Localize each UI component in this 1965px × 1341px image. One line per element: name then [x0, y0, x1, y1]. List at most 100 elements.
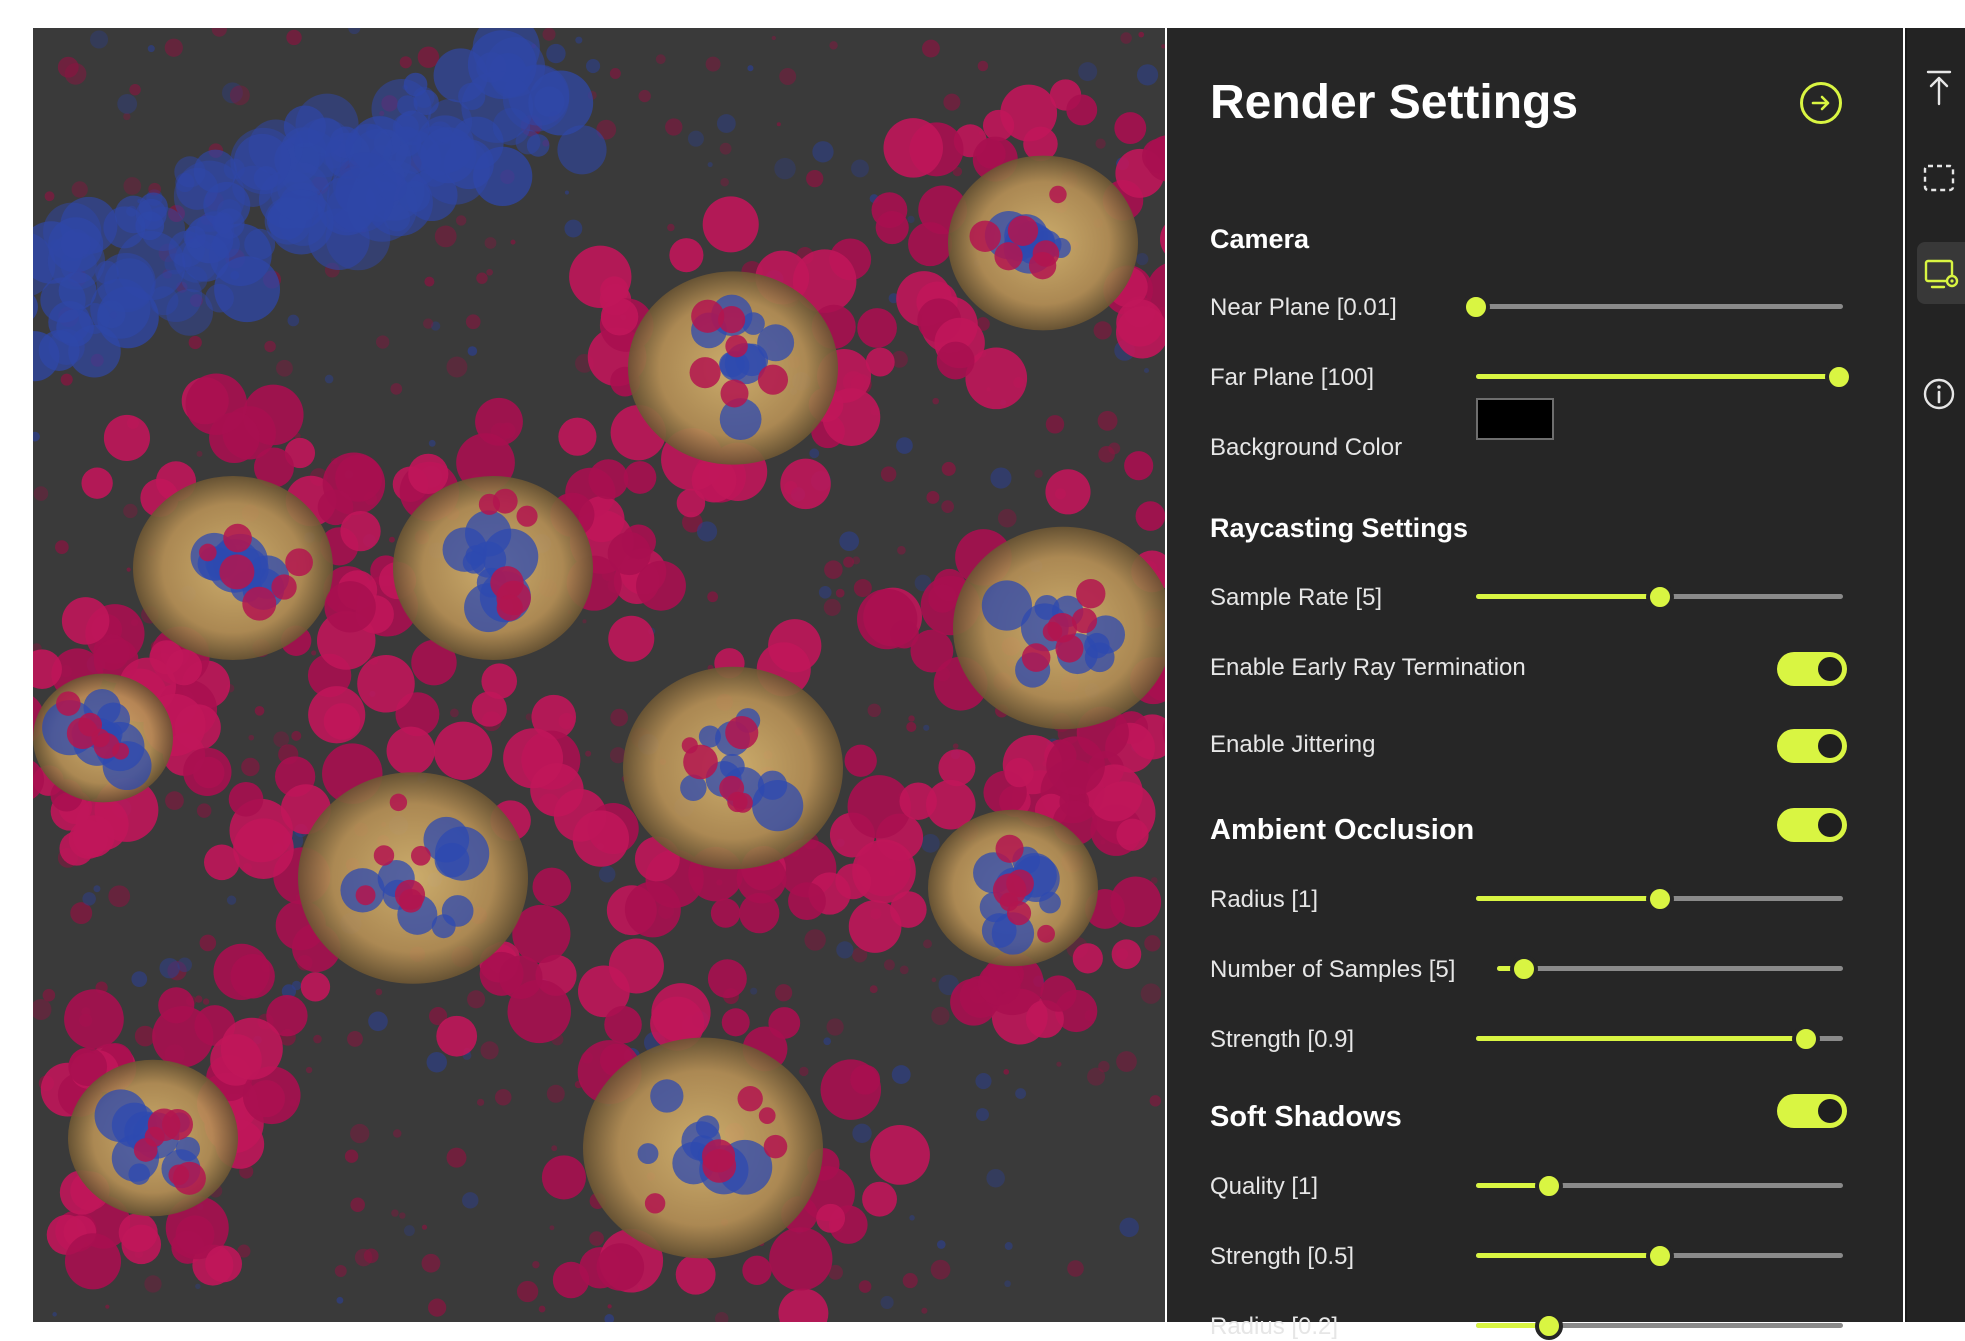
volume-render-canvas[interactable] [33, 28, 1165, 1322]
volume-particle [480, 1041, 498, 1059]
ss-radius-slider[interactable] [1476, 1311, 1843, 1341]
volume-particle [286, 30, 301, 45]
volume-particle [928, 584, 957, 613]
near-plane-slider[interactable] [1476, 292, 1843, 322]
volume-particle [758, 365, 788, 395]
background-color-label: Background Color [1210, 434, 1402, 462]
volume-particle [390, 794, 407, 811]
volume-particle [479, 494, 500, 515]
volume-particle [608, 616, 654, 662]
slider-thumb[interactable] [1825, 363, 1853, 391]
volume-particle [108, 885, 130, 907]
volume-particle [350, 1124, 369, 1143]
slider-thumb[interactable] [1535, 1172, 1563, 1200]
slider-thumb[interactable] [1535, 1312, 1563, 1340]
panel-title: Render Settings [1210, 75, 1578, 130]
ao-radius-slider[interactable] [1476, 884, 1843, 914]
volume-particle [976, 1108, 989, 1121]
volume-particle [291, 731, 301, 741]
volume-particle [983, 110, 1014, 141]
volume-particle [823, 1037, 831, 1045]
slider-thumb[interactable] [1646, 1242, 1674, 1270]
upload-button[interactable] [1919, 68, 1959, 108]
volume-particle [486, 269, 493, 276]
ss-quality-label: Quality [1] [1210, 1173, 1318, 1201]
volume-particle [780, 459, 830, 509]
volume-particle [809, 448, 819, 458]
volume-particle [434, 722, 492, 780]
volume-particle [393, 1129, 402, 1138]
selection-button[interactable] [1919, 158, 1959, 198]
volume-particle [90, 30, 108, 48]
slider-thumb[interactable] [1646, 885, 1674, 913]
volume-particle [33, 999, 51, 1020]
volume-particle [446, 357, 467, 378]
volume-particle [288, 315, 300, 327]
volume-particle [1067, 1260, 1084, 1277]
slider-thumb[interactable] [1510, 955, 1538, 983]
volume-particle [466, 314, 481, 329]
volume-particle [336, 1297, 343, 1304]
volume-particle [476, 272, 487, 283]
slider-thumb[interactable] [1792, 1025, 1820, 1053]
volume-particle [1073, 943, 1103, 973]
volume-particle [896, 437, 913, 454]
section-soft-shadows: Soft Shadows [1210, 1101, 1402, 1134]
volume-particle [533, 868, 572, 907]
volume-particle [720, 178, 729, 187]
sample-rate-slider[interactable] [1476, 582, 1843, 612]
volume-particle [645, 1193, 665, 1213]
volume-particle [922, 40, 940, 58]
ambient-occlusion-toggle[interactable] [1777, 808, 1847, 842]
volume-particle [610, 709, 628, 727]
slider-thumb[interactable] [1462, 293, 1490, 321]
ao-samples-slider[interactable] [1497, 954, 1843, 984]
volume-particle [609, 938, 664, 993]
volume-particle [836, 589, 845, 598]
collapse-panel-button[interactable] [1800, 82, 1842, 124]
volume-particle [806, 170, 823, 187]
volume-particle [699, 725, 721, 747]
slider-fill [1476, 374, 1839, 379]
volume-particle [244, 229, 275, 260]
volume-particle [582, 619, 586, 623]
ao-strength-label: Strength [0.9] [1210, 1026, 1354, 1054]
volume-particle [757, 324, 794, 361]
volume-particle [485, 237, 497, 249]
volume-particle [355, 1249, 373, 1267]
volume-particle [998, 509, 1017, 528]
volume-particle [996, 835, 1024, 863]
slider-fill [1476, 594, 1660, 599]
ss-quality-slider[interactable] [1476, 1171, 1843, 1201]
volume-particle [134, 1138, 158, 1162]
volume-particle [1004, 1280, 1011, 1287]
slider-thumb[interactable] [1646, 583, 1674, 611]
render-settings-button[interactable] [1917, 242, 1965, 304]
volume-particle [900, 965, 909, 974]
ao-strength-slider[interactable] [1476, 1024, 1843, 1054]
volume-particle [604, 1314, 614, 1322]
volume-particle [1119, 1218, 1138, 1237]
ss-radius-label: Radius [0.2] [1210, 1313, 1338, 1341]
volume-particle [148, 45, 155, 52]
info-button[interactable] [1919, 374, 1959, 414]
far-plane-slider[interactable] [1476, 362, 1843, 392]
jittering-toggle[interactable] [1777, 729, 1847, 763]
volume-particle [264, 341, 276, 353]
volume-particle [123, 177, 141, 195]
volume-particle [708, 162, 713, 167]
volume-particle [434, 48, 488, 102]
early-ray-termination-toggle[interactable] [1777, 652, 1847, 686]
volume-particle [1137, 64, 1158, 85]
ss-strength-slider[interactable] [1476, 1241, 1843, 1271]
volume-particle [881, 466, 897, 482]
soft-shadows-toggle[interactable] [1777, 1094, 1847, 1128]
background-color-swatch[interactable] [1476, 398, 1554, 440]
volume-particle [777, 122, 781, 126]
volume-render-viewport[interactable] [33, 28, 1165, 1322]
volume-particle [711, 898, 740, 927]
volume-particle [703, 196, 759, 252]
volume-particle [870, 1125, 930, 1185]
volume-particle [1124, 451, 1153, 480]
slider-fill [1476, 1036, 1806, 1041]
